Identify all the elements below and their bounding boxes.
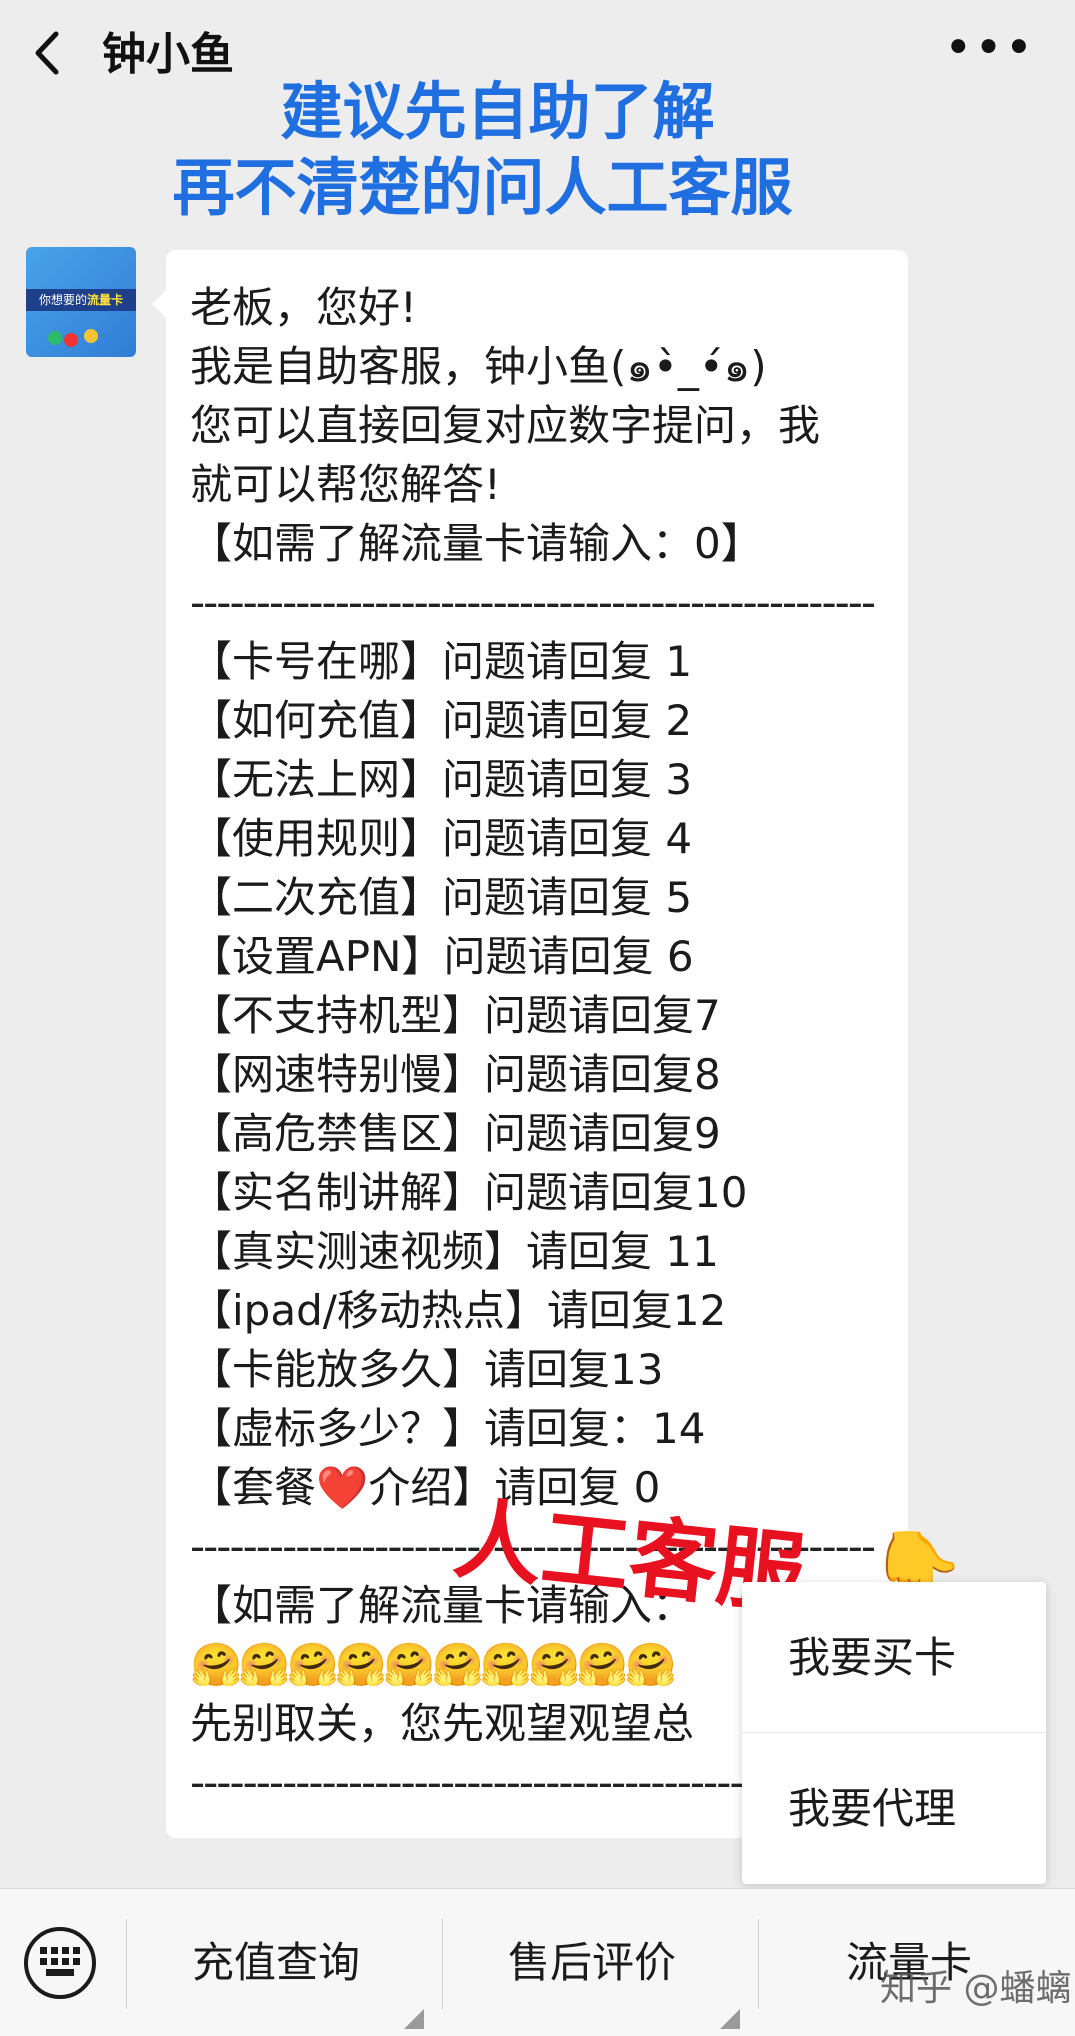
- option-item: 【无法上网】问题请回复 3: [190, 755, 693, 804]
- watermark: 知乎 @蟠螭: [880, 1968, 1072, 2009]
- submenu-indicator-icon: [404, 2009, 424, 2029]
- option-item: 【使用规则】问题请回复 4: [190, 814, 693, 863]
- divider: ----------------------------------------…: [190, 578, 876, 627]
- instruction-2: 就可以帮您解答!: [190, 460, 501, 509]
- avatar-banner: 你想要的流量卡: [26, 289, 136, 311]
- avatar[interactable]: 你想要的流量卡: [26, 247, 136, 357]
- more-options-icon[interactable]: •••: [944, 20, 1035, 76]
- caption-line-1: 建议先自助了解: [280, 75, 715, 148]
- option-item: 【ipad/移动热点】请回复12: [190, 1286, 727, 1335]
- option-item: 【虚标多少？】请回复：14: [190, 1404, 706, 1453]
- option-item: 【二次充值】问题请回复 5: [190, 873, 693, 922]
- back-arrow-icon[interactable]: [28, 28, 68, 78]
- option-item: 【卡号在哪】问题请回复 1: [190, 637, 693, 686]
- option-item: 【卡能放多久】请回复13: [190, 1345, 664, 1394]
- intro: 我是自助客服，钟小鱼(๑•̀_•́๑): [190, 342, 767, 391]
- menu-item-buy-card[interactable]: 我要买卡: [742, 1582, 1046, 1733]
- separator: [126, 1919, 127, 2009]
- option-item: 【如何充值】问题请回复 2: [190, 696, 693, 745]
- separator: [758, 1919, 759, 2009]
- hint-top: 【如需了解流量卡请输入：0】: [190, 519, 763, 568]
- menu-tab-after-sales[interactable]: 售后评价: [508, 1929, 676, 1990]
- option-item: 【网速特别慢】问题请回复8: [190, 1050, 721, 1099]
- option-item: 【实名制讲解】问题请回复10: [190, 1168, 748, 1217]
- heart-icon: ❤️: [316, 1463, 369, 1512]
- greeting: 老板，您好!: [190, 283, 417, 332]
- submenu-indicator-icon: [720, 2009, 740, 2029]
- avatar-decoration: [64, 333, 78, 347]
- option-item: 【高危禁售区】问题请回复9: [190, 1109, 721, 1158]
- menu-item-agent[interactable]: 我要代理: [742, 1733, 1046, 1884]
- avatar-text-a: 你想要的: [38, 293, 87, 307]
- option-item: 【真实测速视频】请回复 11: [190, 1227, 719, 1276]
- instruction-1: 您可以直接回复对应数字提问，我: [190, 401, 821, 450]
- option-item: 【设置APN】问题请回复 6: [190, 932, 694, 981]
- menu-popup: 我要买卡 我要代理: [742, 1582, 1046, 1884]
- option-item: 【不支持机型】问题请回复7: [190, 991, 721, 1040]
- keyboard-icon[interactable]: [24, 1927, 96, 1999]
- caption-line-2: 再不清楚的问人工客服: [172, 151, 793, 224]
- menu-tab-recharge-query[interactable]: 充值查询: [192, 1929, 360, 1990]
- package-text-a: 【套餐: [190, 1463, 317, 1512]
- separator: [442, 1919, 443, 2009]
- avatar-text-b: 流量卡: [87, 293, 124, 307]
- bottom-menu-bar: 充值查询 售后评价 流量卡 知乎 @蟠螭: [0, 1888, 1075, 2036]
